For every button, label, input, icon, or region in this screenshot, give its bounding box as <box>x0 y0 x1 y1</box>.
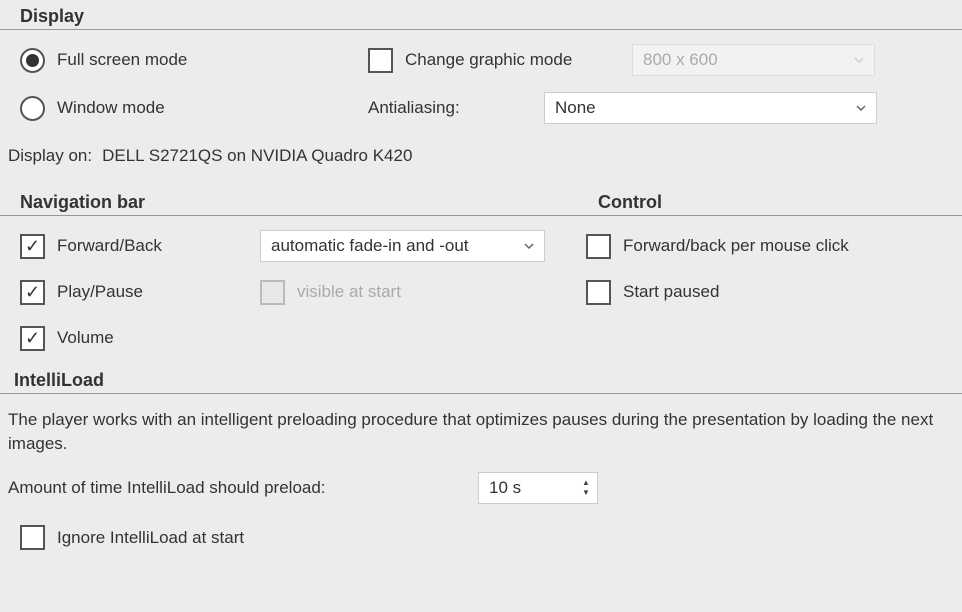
label-window-mode: Window mode <box>57 98 165 118</box>
dropdown-resolution: 800 x 600 <box>632 44 875 76</box>
label-play-pause: Play/Pause <box>57 282 143 302</box>
label-forward-back: Forward/Back <box>57 236 162 256</box>
label-preload-amount: Amount of time IntelliLoad should preloa… <box>8 478 326 497</box>
radio-full-screen[interactable] <box>20 48 45 73</box>
spinner-down-icon[interactable]: ▼ <box>579 488 593 498</box>
section-header-display: Display <box>0 0 962 30</box>
label-visible-at-start: visible at start <box>297 282 401 302</box>
label-start-paused: Start paused <box>623 282 719 302</box>
checkbox-forward-back[interactable] <box>20 234 45 259</box>
checkbox-ignore-intelliload[interactable] <box>20 525 45 550</box>
dropdown-fade-mode[interactable]: automatic fade-in and -out <box>260 230 545 262</box>
chevron-down-icon <box>524 236 534 256</box>
dropdown-resolution-value: 800 x 600 <box>643 50 718 70</box>
value-display-on: DELL S2721QS on NVIDIA Quadro K420 <box>102 146 412 166</box>
chevron-down-icon <box>854 50 864 70</box>
chevron-down-icon <box>856 98 866 118</box>
section-header-intelliload: IntelliLoad <box>0 364 962 394</box>
spinner-up-icon[interactable]: ▲ <box>579 478 593 488</box>
label-antialiasing: Antialiasing: <box>368 98 460 117</box>
dropdown-fade-mode-value: automatic fade-in and -out <box>271 236 469 256</box>
label-full-screen: Full screen mode <box>57 50 187 70</box>
label-change-graphic: Change graphic mode <box>405 50 572 70</box>
spinner-preload-time[interactable]: 10 s ▲ ▼ <box>478 472 598 504</box>
checkbox-visible-at-start <box>260 280 285 305</box>
checkbox-play-pause[interactable] <box>20 280 45 305</box>
intelliload-description: The player works with an intelligent pre… <box>0 404 962 468</box>
label-ignore-intelliload: Ignore IntelliLoad at start <box>57 528 244 548</box>
spinner-preload-value: 10 s <box>489 478 521 498</box>
label-volume: Volume <box>57 328 114 348</box>
dropdown-antialiasing-value: None <box>555 98 596 118</box>
radio-window-mode[interactable] <box>20 96 45 121</box>
section-header-control: Control <box>578 186 962 216</box>
checkbox-change-graphic[interactable] <box>368 48 393 73</box>
label-fwd-back-click: Forward/back per mouse click <box>623 236 849 256</box>
dropdown-antialiasing[interactable]: None <box>544 92 877 124</box>
section-header-navbar: Navigation bar <box>0 186 578 216</box>
checkbox-start-paused[interactable] <box>586 280 611 305</box>
checkbox-fwd-back-click[interactable] <box>586 234 611 259</box>
checkbox-volume[interactable] <box>20 326 45 351</box>
label-display-on: Display on: <box>8 146 92 166</box>
